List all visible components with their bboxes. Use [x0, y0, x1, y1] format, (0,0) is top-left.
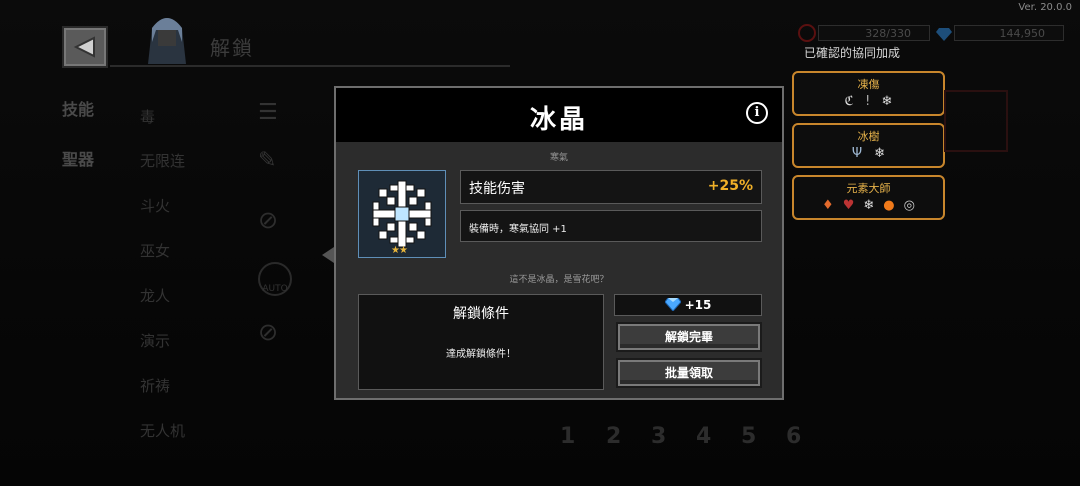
- trident-icon: Ψ: [851, 146, 863, 161]
- stamina-counter: 328/330: [818, 25, 930, 41]
- batch-claim-button[interactable]: 批量領取: [616, 358, 762, 388]
- relic-detail-modal: 冰晶 i 寒氣 ★★ 技能伤害 +25% 裝備時，寒氣協同 +1 這不是冰晶，是…: [334, 86, 784, 400]
- page-number[interactable]: 4: [696, 424, 711, 449]
- modal-title: 冰晶: [529, 105, 588, 135]
- page-number[interactable]: 6: [786, 424, 801, 449]
- effect-description: 裝備時，寒氣協同 +1: [460, 210, 762, 242]
- gem-counter: 144,950: [954, 25, 1064, 41]
- tab-relics[interactable]: 聖器: [62, 146, 94, 170]
- stat-name: 技能伤害: [469, 181, 525, 197]
- page-number[interactable]: 5: [741, 424, 756, 449]
- list-item[interactable]: 演示: [140, 330, 170, 351]
- modal-subtitle: 寒氣: [549, 153, 568, 163]
- title-divider: [110, 65, 510, 67]
- page-number[interactable]: 3: [651, 424, 666, 449]
- synergy-title: 已確認的協同加成: [804, 46, 901, 60]
- page-number[interactable]: 2: [606, 424, 621, 449]
- page-number[interactable]: 1: [560, 424, 575, 449]
- reward-display: +15: [614, 294, 762, 316]
- list-item[interactable]: 毒: [140, 106, 155, 127]
- scroll-icon: ✎: [258, 148, 277, 173]
- unlock-condition-box: 解鎖條件 達成解鎖條件！: [358, 294, 604, 390]
- snowflake-icon: ❄: [863, 198, 875, 213]
- unlock-condition-title: 解鎖條件: [453, 306, 509, 322]
- list-item[interactable]: 无限连: [140, 150, 185, 171]
- relic-image-frame: ★★: [358, 170, 446, 258]
- list-item[interactable]: 龙人: [140, 285, 170, 306]
- reward-amount: +15: [684, 298, 712, 312]
- list-item[interactable]: 斗火: [140, 195, 170, 216]
- prev-arrow-icon[interactable]: [322, 247, 334, 263]
- synergy-card-frostbite[interactable]: 凍傷 ℭ ǃ ❄: [792, 71, 945, 116]
- stat-value: +25%: [707, 178, 753, 194]
- flavor-text: 這不是冰晶，是雪花吧？: [509, 275, 609, 285]
- search-list-icon: ☰: [258, 100, 278, 125]
- background-item-slot: [944, 90, 1008, 152]
- list-item[interactable]: 无人机: [140, 420, 185, 441]
- unlock-condition-text: 達成解鎖條件！: [446, 349, 516, 360]
- fire-crystal-icon: ♦: [822, 198, 834, 213]
- synergy-card-elemental-master[interactable]: 元素大師 ♦ ♥ ❄ ● ◎: [792, 175, 945, 220]
- stat-row: 技能伤害 +25%: [460, 170, 762, 204]
- gem-icon: [936, 26, 952, 41]
- pin-icon: ǃ: [865, 94, 870, 109]
- synergy-card-ice-tree[interactable]: 冰樹 Ψ ❄: [792, 123, 945, 168]
- tab-skills[interactable]: 技能: [62, 96, 94, 120]
- demon-mask-icon: ♥: [842, 198, 855, 213]
- stamina-icon: [798, 24, 816, 42]
- snowflake-icon: ❄: [874, 146, 886, 161]
- character-avatar: [148, 18, 186, 64]
- gem-icon: [664, 298, 681, 311]
- swallow-icon: ℭ: [844, 94, 854, 109]
- list-item[interactable]: 巫女: [140, 240, 170, 261]
- list-item[interactable]: 祈祷: [140, 375, 170, 396]
- synergy-card-name: 元素大師: [846, 182, 891, 195]
- version-label: Ver. 20.0.0: [1018, 2, 1072, 13]
- info-icon[interactable]: i: [746, 102, 768, 124]
- back-arrow-icon: [73, 36, 95, 58]
- back-button[interactable]: [62, 26, 108, 68]
- snowflake-icon: ❄: [881, 94, 893, 109]
- page-title: 解鎖: [210, 36, 254, 60]
- synergy-card-name: 冰樹: [857, 130, 880, 143]
- fireball-icon: ●: [883, 198, 895, 213]
- forbidden-icon: ⊘: [258, 206, 279, 234]
- forbidden-icon: ⊘: [258, 318, 279, 346]
- vortex-icon: ◎: [903, 198, 915, 213]
- synergy-card-name: 凍傷: [857, 78, 880, 91]
- star-rating: ★★: [391, 245, 408, 256]
- unlocked-button[interactable]: 解鎖完畢: [616, 322, 762, 352]
- auto-icon: AUTO: [258, 262, 292, 296]
